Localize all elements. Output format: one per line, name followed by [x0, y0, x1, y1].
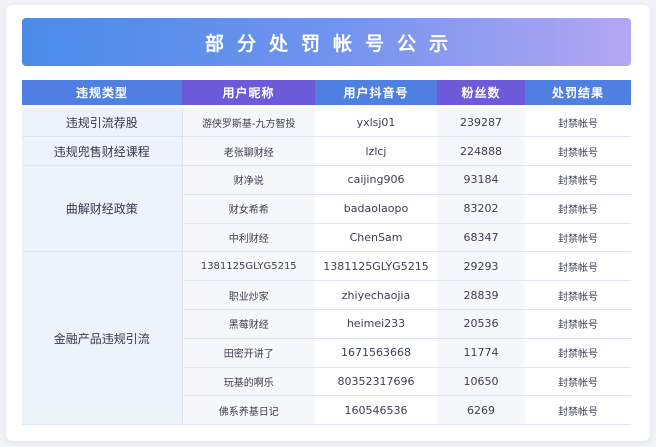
fans-cell: 6269 [437, 395, 525, 426]
penalty-table: 违规类型 用户昵称 用户抖音号 粉丝数 处罚结果 违规引流荐股 游侠罗斯基-九方… [22, 80, 631, 426]
title-banner: 部分处罚帐号公示 [22, 18, 631, 66]
violation-type-cell: 金融产品违规引流 [22, 251, 183, 426]
result-cell: 封禁帐号 [525, 108, 631, 138]
account-cell: 1671563668 [315, 338, 437, 368]
fans-cell: 239287 [437, 108, 525, 138]
result-cell: 封禁帐号 [525, 136, 631, 167]
nickname-cell: 黑莓财经 [182, 309, 315, 339]
account-cell: heimei233 [315, 309, 437, 339]
result-cell: 封禁帐号 [525, 395, 631, 426]
result-cell: 封禁帐号 [525, 223, 631, 253]
account-cell: zhiyechaojia [315, 280, 437, 311]
header-nickname: 用户昵称 [182, 80, 315, 105]
result-cell: 封禁帐号 [525, 280, 631, 311]
fans-cell: 28839 [437, 280, 525, 311]
fans-cell: 10650 [437, 367, 525, 397]
account-cell: caijing906 [315, 165, 437, 195]
nickname-cell: 财净说 [182, 165, 315, 195]
fans-cell: 224888 [437, 136, 525, 167]
account-cell: lzlcj [315, 136, 437, 167]
nickname-cell: 老张聊财经 [182, 136, 315, 167]
fans-cell: 11774 [437, 338, 525, 368]
account-cell: yxlsj01 [315, 108, 437, 138]
table-row: 违规兜售财经课程 老张聊财经 lzlcj 224888 封禁帐号 [22, 136, 631, 167]
table-row: 曲解财经政策 财净说 caijing906 93184 封禁帐号 [22, 165, 631, 253]
nickname-cell: 职业炒家 [182, 280, 315, 311]
nickname-cell: 财女希希 [182, 194, 315, 224]
account-cell: 80352317696 [315, 367, 437, 397]
nickname-cell: 玩基的啊乐 [182, 367, 315, 397]
header-account: 用户抖音号 [315, 80, 437, 105]
account-cell: 1381125GLYG5215 [315, 251, 437, 282]
result-cell: 封禁帐号 [525, 309, 631, 339]
nickname-cell: 1381125GLYG5215 [182, 251, 315, 282]
result-cell: 封禁帐号 [525, 338, 631, 368]
table-row: 违规引流荐股 游侠罗斯基-九方智投 yxlsj01 239287 封禁帐号 [22, 108, 631, 138]
table-row: 金融产品违规引流 1381125GLYG5215 1381125GLYG5215… [22, 251, 631, 426]
result-cell: 封禁帐号 [525, 251, 631, 282]
account-cell: ChenSam [315, 223, 437, 253]
nickname-cell: 中利财经 [182, 223, 315, 253]
page-title: 部分处罚帐号公示 [204, 32, 461, 55]
violation-type-cell: 违规兜售财经课程 [22, 136, 183, 167]
fans-cell: 29293 [437, 251, 525, 282]
violation-type-cell: 曲解财经政策 [22, 165, 183, 253]
nickname-cell: 佛系养基日记 [182, 395, 315, 426]
violation-type-cell: 违规引流荐股 [22, 108, 183, 138]
nickname-cell: 游侠罗斯基-九方智投 [182, 108, 315, 138]
fans-cell: 83202 [437, 194, 525, 224]
fans-cell: 68347 [437, 223, 525, 253]
header-result: 处罚结果 [525, 80, 631, 105]
table-body: 违规引流荐股 游侠罗斯基-九方智投 yxlsj01 239287 封禁帐号 违规… [22, 105, 631, 426]
table-header-row: 违规类型 用户昵称 用户抖音号 粉丝数 处罚结果 [22, 80, 631, 105]
account-cell: badaolaopo [315, 194, 437, 224]
result-cell: 封禁帐号 [525, 165, 631, 195]
header-fans: 粉丝数 [437, 80, 525, 105]
account-cell: 160546536 [315, 395, 437, 426]
result-cell: 封禁帐号 [525, 367, 631, 397]
fans-cell: 93184 [437, 165, 525, 195]
header-violation-type: 违规类型 [22, 80, 182, 105]
result-cell: 封禁帐号 [525, 194, 631, 224]
nickname-cell: 田密开讲了 [182, 338, 315, 368]
fans-cell: 20536 [437, 309, 525, 339]
